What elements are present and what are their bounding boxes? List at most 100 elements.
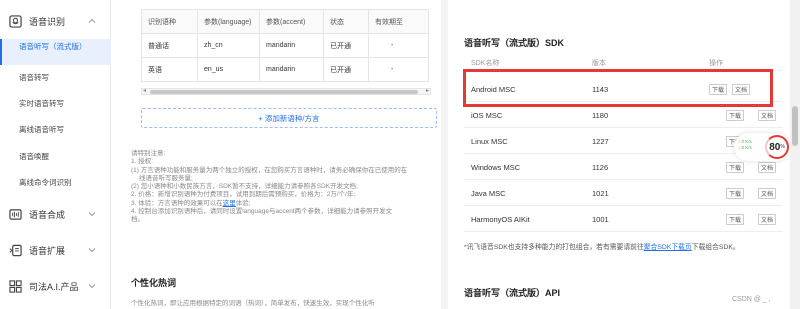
sdk-name: Linux MSC (471, 137, 508, 146)
sdk-version: 1126 (592, 163, 609, 172)
speed-readout: ↑ 0 K/s ↓ 0 K/s (738, 139, 752, 150)
chevron-up-icon (88, 18, 96, 23)
sdk-note: *讯飞语音SDK也支持多种能力的打包组合，若有需要请前往聚合SDK下载页下载组合… (464, 241, 740, 251)
nav-group-speech-extension[interactable]: 语音扩展 (0, 237, 111, 263)
note-line: 线语音听写服务量; (139, 174, 193, 182)
scrollbar-thumb[interactable] (792, 106, 798, 146)
sidebar-item-realtime-transcription[interactable]: 实时语音转写 (0, 99, 111, 109)
scrollbar-thumb[interactable] (150, 90, 418, 94)
speech-extension-icon (9, 244, 22, 256)
sidebar-item-label: 实时语音转写 (19, 99, 64, 108)
hotword-title: 个性化热词 (131, 278, 177, 288)
scroll-right-arrow-icon[interactable]: ▸ (426, 87, 429, 94)
watermark: CSDN @ _ , (732, 296, 771, 303)
note-text: 体验; (235, 199, 251, 207)
sdk-version: 1001 (592, 215, 609, 224)
nav-group-label: 语音识别 (29, 16, 66, 27)
note-line: 3. 体验：方言语种的效果可以在这里体验; (131, 200, 436, 208)
sidebar-item-label: 离线命令词识别 (19, 178, 72, 187)
sidebar-item-transcription[interactable]: 语音转写 (0, 73, 111, 83)
hotword-description: 个性化热词，即让应用根据特定的词语（热词），简单发布，快速生效，实现个性化听 (131, 300, 375, 307)
bundle-sdk-link[interactable]: 聚合SDK下载页 (644, 244, 692, 251)
table-cell: - (368, 57, 429, 82)
table-row: Java MSC 1021 下载 文档 (464, 180, 782, 206)
note-line: 档。 (131, 216, 144, 224)
sdk-version: 1021 (592, 189, 609, 198)
docs-button[interactable]: 文档 (758, 162, 776, 173)
language-table: 识别语种 参数(language) 参数(accent) 状态 有效期至 普通话… (141, 9, 429, 82)
sdk-section-title: 语音听写（流式版）SDK (464, 38, 565, 48)
note-text: 下载组合SDK。 (691, 244, 740, 251)
sidebar-item-label: 离线语音听写 (19, 125, 64, 134)
table-row: HarmonyOS AIKit 1001 下载 文档 (464, 206, 782, 232)
scroll-left-arrow-icon[interactable]: ◂ (143, 87, 146, 94)
column-header: 参数(language) (197, 9, 260, 34)
column-header: 参数(accent) (259, 9, 324, 34)
docs-button[interactable]: 文档 (758, 110, 776, 121)
table-cell: 普通话 (141, 33, 198, 58)
table-cell: mandarin (259, 33, 324, 58)
sdk-version: 1180 (592, 111, 609, 120)
sidebar-item-offline-dictation[interactable]: 离线语音听写 (0, 125, 111, 135)
table-cell: mandarin (259, 57, 324, 82)
language-notes: 请特别注意: 1. 授权: (1) 方言语种功能和服务量为两个独立的授权，在您购… (131, 150, 436, 225)
nav-group-label: 语音合成 (29, 209, 66, 220)
table-cell: zh_cn (197, 33, 260, 58)
column-header: 版本 (592, 60, 606, 67)
sidebar-item-offline-command[interactable]: 离线命令词识别 (0, 178, 111, 188)
column-header: SDK名称 (471, 60, 500, 67)
nav-group-speech-synthesis[interactable]: 语音合成 (0, 201, 111, 227)
speech-recognition-icon (9, 14, 22, 28)
docs-button[interactable]: 文档 (758, 214, 776, 225)
upload-speed: 0 K/s (741, 139, 752, 144)
sidebar-item-streaming-dictation[interactable]: 语音听写（流式版） (0, 39, 111, 65)
nav-group-speech-recognition[interactable]: 语音识别 (0, 8, 111, 34)
experience-link[interactable]: 这里 (223, 200, 236, 207)
table-header-row: 识别语种 参数(language) 参数(accent) 状态 有效期至 (141, 9, 429, 34)
sdk-name: HarmonyOS AIKit (471, 215, 530, 224)
note-line: 1. 授权: (131, 158, 154, 166)
chevron-down-icon (88, 212, 96, 217)
nav-group-label: 语音扩展 (29, 245, 66, 256)
note-line: 请特别注意: (131, 150, 166, 157)
gauge-unit: % (780, 144, 785, 150)
download-speed: 0 K/s (741, 145, 752, 150)
sdk-version: 1227 (592, 137, 609, 146)
nav-group-judicial-ai[interactable]: 司法A.I.产品 (0, 273, 111, 299)
speech-synthesis-icon (9, 208, 22, 220)
column-header: 识别语种 (141, 9, 198, 34)
note-line: (1) 方言语种功能和服务量为两个独立的授权，在您购买方言语种时，请务必确保你在… (131, 166, 408, 174)
note-line: 2. 价格：新增识别语种为付费项目，试用到期后需预购买，价格为：2万/个/年; (131, 191, 356, 199)
sdk-name: Windows MSC (471, 163, 521, 172)
api-section-title: 语音听写（流式版）API (464, 288, 561, 298)
network-speed-widget[interactable]: ↑ 0 K/s ↓ 0 K/s 80% (734, 133, 790, 161)
column-header: 状态 (323, 9, 369, 34)
download-button[interactable]: 下载 (726, 214, 744, 225)
table-row: 普通话 zh_cn mandarin 已开通 - (141, 33, 429, 58)
table-cell: 英语 (141, 57, 198, 82)
add-language-button[interactable]: + 添加新语种/方言 (141, 108, 437, 128)
table-cell: - (368, 33, 429, 58)
usage-gauge: 80% (765, 135, 789, 159)
chevron-down-icon (88, 284, 96, 289)
column-header: 有效期至 (368, 9, 429, 34)
download-button[interactable]: 下载 (726, 162, 744, 173)
nav-group-label: 司法A.I.产品 (29, 281, 79, 292)
download-button[interactable]: 下载 (726, 110, 744, 121)
page-scrollbar[interactable] (790, 0, 800, 309)
sdk-name: iOS MSC (471, 111, 503, 120)
table-horizontal-scrollbar[interactable]: ◂ ▸ (141, 88, 431, 95)
sidebar-item-wakeup[interactable]: 语音唤醒 (0, 152, 111, 162)
note-text: *讯飞语音SDK也支持多种能力的打包组合，若有需要请前往 (464, 244, 644, 251)
judicial-ai-icon (9, 279, 22, 293)
table-cell: en_us (197, 57, 260, 82)
sidebar: 语音识别 语音听写（流式版） 语音转写 实时语音转写 离线语音听写 语音唤醒 离… (0, 0, 111, 309)
sdk-name: Java MSC (471, 189, 506, 198)
table-row: 英语 en_us mandarin 已开通 - (141, 57, 429, 82)
highlight-box (463, 69, 773, 107)
docs-button[interactable]: 文档 (758, 188, 776, 199)
table-row: Windows MSC 1126 下载 文档 (464, 154, 782, 180)
download-button[interactable]: 下载 (726, 188, 744, 199)
chevron-down-icon (88, 248, 96, 253)
note-text: 3. 体验：方言语种的效果可以在 (131, 199, 223, 207)
